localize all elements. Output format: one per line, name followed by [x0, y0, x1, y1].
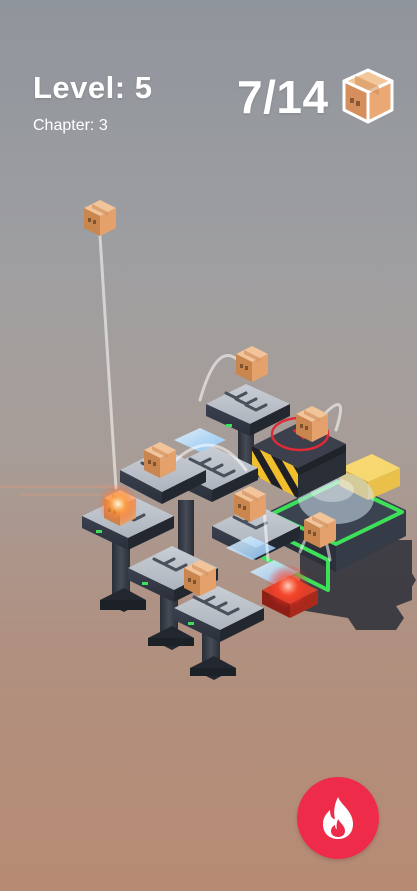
game-board[interactable] [0, 0, 417, 891]
cardboard-box[interactable] [84, 200, 116, 236]
cardboard-box[interactable] [236, 346, 268, 382]
conveyor-tile[interactable] [206, 384, 290, 436]
flame-icon [323, 797, 353, 839]
fire-button[interactable] [297, 777, 379, 859]
